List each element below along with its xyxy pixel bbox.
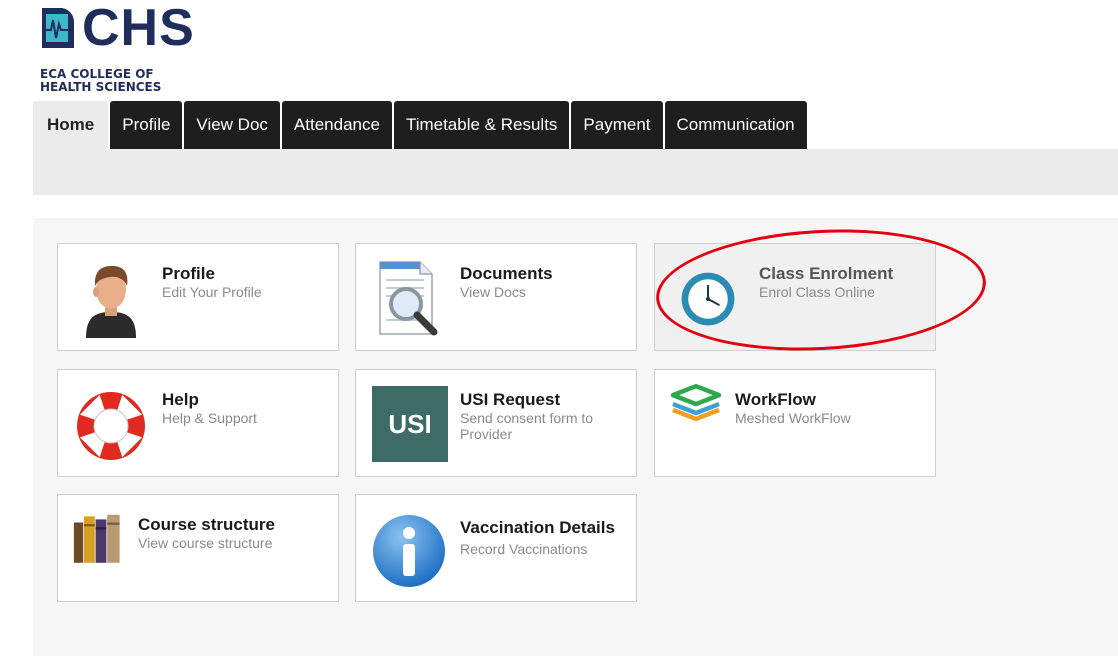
tile-profile[interactable]: Profile Edit Your Profile [57,243,339,351]
tile-subtitle: Record Vaccinations [460,541,588,557]
layers-icon [670,383,722,422]
tile-title: Documents [460,264,553,283]
user-avatar-icon [86,266,136,338]
tab-profile[interactable]: Profile [110,101,183,149]
tile-title: Vaccination Details [460,518,615,537]
tile-usi-request[interactable]: USI USI Request Send consent form to Pro… [355,369,637,477]
tile-title: Profile [162,264,215,283]
main-nav-tabs: Home Profile View Doc Attendance Timetab… [33,101,809,149]
logo-wordmark: CHS [82,0,195,57]
document-search-icon [379,261,438,336]
tile-subtitle: Edit Your Profile [162,284,262,300]
tab-view-doc[interactable]: View Doc [184,101,280,149]
tile-title: USI Request [460,390,561,409]
tile-course-structure[interactable]: Course structure View course structure [57,494,339,602]
tile-workflow[interactable]: WorkFlow Meshed WorkFlow [654,369,936,477]
tile-title: Help [162,390,199,409]
tab-home[interactable]: Home [33,101,109,149]
lifebuoy-icon [77,392,145,460]
books-icon [73,514,120,563]
tile-title: Course structure [138,515,275,534]
logo-mark-icon [42,8,75,48]
tile-subtitle: Send consent form to Provider [460,410,594,442]
clock-icon [681,272,735,326]
tile-class-enrolment[interactable]: Class Enrolment Enrol Class Online [654,243,936,351]
tab-communication[interactable]: Communication [664,101,807,149]
college-logo[interactable]: CHS ECA COLLEGE OF HEALTH SCIENCES [40,0,240,98]
tile-title: WorkFlow [735,390,816,409]
tab-attendance[interactable]: Attendance [281,101,392,149]
tab-timetable-results[interactable]: Timetable & Results [393,101,570,149]
logo-subtitle: ECA COLLEGE OF HEALTH SCIENCES [40,67,162,94]
sub-navigation-bar [33,149,1118,195]
tile-documents[interactable]: Documents View Docs [355,243,637,351]
tile-subtitle: Enrol Class Online [759,284,875,300]
info-icon [373,515,445,587]
tile-subtitle: Help & Support [162,410,257,426]
tile-vaccination[interactable]: Vaccination Details Record Vaccinations [355,494,637,602]
usi-badge-icon: USI [372,386,448,462]
tile-subtitle: View Docs [460,284,526,300]
tile-subtitle: Meshed WorkFlow [735,410,851,426]
tab-payment[interactable]: Payment [571,101,663,149]
tile-title: Class Enrolment [759,264,894,283]
tile-subtitle: View course structure [138,535,273,551]
tile-help[interactable]: Help Help & Support [57,369,339,477]
